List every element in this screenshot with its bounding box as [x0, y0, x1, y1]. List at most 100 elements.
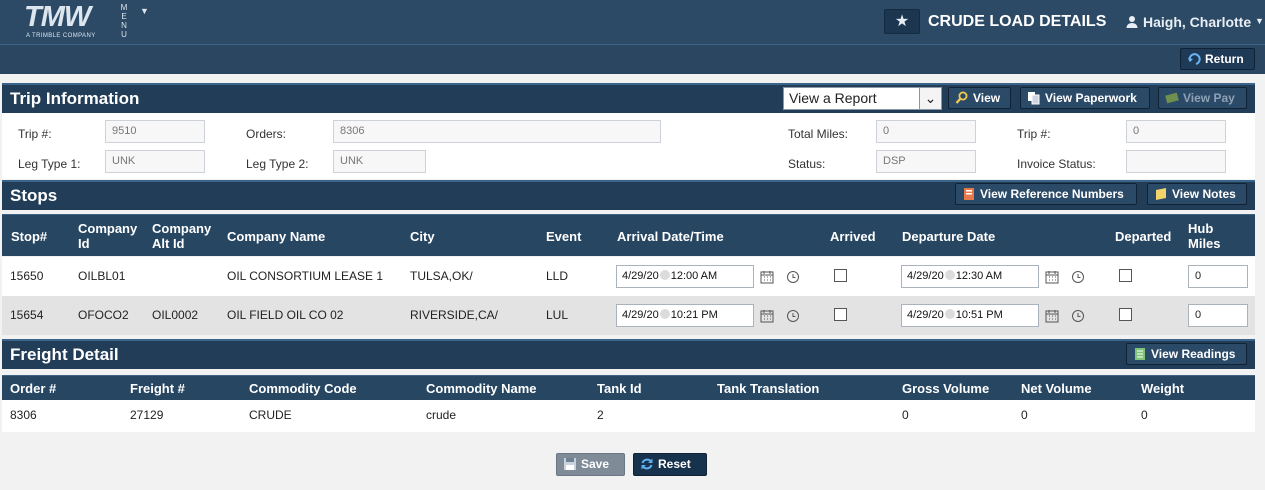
arrived-checkbox[interactable] [834, 269, 847, 282]
reference-book-icon [964, 188, 974, 200]
clock-icon[interactable] [786, 270, 800, 284]
departed-checkbox[interactable] [1119, 308, 1132, 321]
departure-time: 10:51 PM [955, 309, 1003, 321]
note-icon [1156, 188, 1166, 200]
invoice-status-field[interactable] [1126, 150, 1226, 173]
view-pay-button[interactable]: View Pay [1158, 87, 1247, 109]
col-freight: Freight # [130, 381, 185, 396]
trip-number-label: Trip #: [18, 127, 52, 141]
company-alt-id: OIL0002 [152, 308, 199, 322]
orders-field[interactable]: 8306 [333, 120, 661, 143]
save-button[interactable]: Save [556, 453, 625, 476]
col-arrival: Arrival Date/Time [617, 229, 724, 244]
arrival-time: 10:21 PM [670, 309, 718, 321]
floppy-disk-icon [564, 458, 576, 470]
arrival-datetime-input[interactable]: 4/29/20 10:21 PM [616, 304, 754, 327]
city: RIVERSIDE,CA/ [410, 308, 499, 322]
event: LLD [546, 269, 569, 283]
return-button[interactable]: Return [1180, 48, 1255, 70]
tank-id: 2 [597, 408, 604, 422]
favorite-star-button[interactable]: ★ [884, 9, 920, 34]
arrival-date: 4/29/20 [622, 309, 659, 321]
view-button[interactable]: View [948, 87, 1011, 109]
departure-datetime-input[interactable]: 4/29/20 10:51 PM [901, 304, 1039, 327]
company-id: OFOCO2 [78, 308, 129, 322]
col-commodity-name: Commodity Name [426, 381, 537, 396]
col-hub-line2: Miles [1188, 236, 1221, 251]
menu-dropdown-icon[interactable]: ▼ [140, 6, 149, 16]
view-readings-button[interactable]: View Readings [1126, 343, 1247, 365]
col-alt-id-line1: Company [152, 221, 212, 236]
logo-text: TMW [24, 1, 91, 33]
documents-icon [1028, 92, 1040, 105]
refresh-icon [641, 458, 653, 470]
reset-button[interactable]: Reset [633, 453, 707, 476]
user-dropdown-icon[interactable]: ▼ [1255, 16, 1264, 26]
status-field[interactable]: DSP [876, 150, 976, 173]
user-menu[interactable]: Haigh, Charlotte [1143, 14, 1251, 30]
col-stop: Stop# [11, 229, 48, 244]
freight-detail-title: Freight Detail [10, 345, 119, 364]
col-departed: Departed [1115, 229, 1172, 244]
clock-icon[interactable] [1071, 309, 1085, 323]
clock-icon[interactable] [786, 309, 800, 323]
table-row[interactable]: 8306 27129 CRUDE crude 2 0 0 0 [2, 400, 1255, 432]
calendar-icon[interactable] [1045, 270, 1059, 284]
page-title: CRUDE LOAD DETAILS [928, 13, 1107, 30]
departure-datetime-input[interactable]: 4/29/20 12:30 AM [901, 265, 1039, 288]
arrival-datetime-input[interactable]: 4/29/20 12:00 AM [616, 265, 754, 288]
total-miles-label: Total Miles: [788, 127, 849, 141]
arrived-checkbox[interactable] [834, 308, 847, 321]
report-select-value: View a Report [789, 90, 877, 106]
magnifier-icon [955, 91, 968, 104]
menu-button[interactable]: MENU [119, 3, 129, 39]
view-paperwork-button[interactable]: View Paperwork [1020, 87, 1150, 109]
view-paperwork-label: View Paperwork [1045, 91, 1137, 105]
return-arrow-icon [1188, 53, 1201, 65]
calendar-icon[interactable] [1045, 309, 1059, 323]
stop-number: 15654 [10, 308, 44, 322]
view-label: View [973, 91, 1001, 105]
col-order: Order # [10, 381, 57, 396]
departure-time: 12:30 AM [955, 270, 1003, 282]
hub-miles-input[interactable]: 0 [1188, 265, 1248, 288]
invoice-status-label: Invoice Status: [1017, 157, 1096, 171]
table-row[interactable]: 15650 OILBL01 OIL CONSORTIUM LEASE 1 TUL… [2, 257, 1255, 296]
commodity-code: CRUDE [249, 408, 292, 422]
chevron-down-icon: ⌄ [919, 88, 941, 109]
view-notes-button[interactable]: View Notes [1147, 183, 1247, 205]
order-number: 8306 [10, 408, 37, 422]
leg-type-1-field[interactable]: UNK [105, 150, 205, 173]
col-company-id-line1: Company [78, 221, 138, 236]
company-id: OILBL01 [78, 269, 126, 283]
clock-icon[interactable] [1071, 270, 1085, 284]
table-row[interactable]: 15654 OFOCO2 OIL0002 OIL FIELD OIL CO 02… [2, 296, 1255, 335]
total-miles-field[interactable]: 0 [876, 120, 976, 143]
view-reference-numbers-button[interactable]: View Reference Numbers [955, 183, 1137, 205]
hub-miles-input[interactable]: 0 [1188, 304, 1248, 327]
logo-subtitle: A TRIMBLE COMPANY [26, 33, 96, 39]
menu-label: MENU [120, 3, 128, 39]
trip-number-2-label: Trip #: [1017, 127, 1051, 141]
col-tank-translation: Tank Translation [717, 381, 820, 396]
view-readings-label: View Readings [1151, 347, 1236, 361]
col-alt-id-line2: Alt Id [152, 236, 185, 251]
company-name: OIL CONSORTIUM LEASE 1 [227, 269, 384, 283]
calendar-icon[interactable] [760, 270, 774, 284]
reset-label: Reset [658, 457, 691, 471]
col-net-volume: Net Volume [1021, 381, 1092, 396]
trip-number-field[interactable]: 9510 [105, 120, 205, 143]
report-select[interactable]: View a Report ⌄ [783, 87, 942, 110]
stop-number: 15650 [10, 269, 44, 283]
readings-sheet-icon [1135, 348, 1145, 360]
star-icon: ★ [894, 13, 910, 30]
calendar-icon[interactable] [760, 309, 774, 323]
col-departure: Departure Date [902, 229, 996, 244]
departed-checkbox[interactable] [1119, 269, 1132, 282]
weight: 0 [1141, 408, 1148, 422]
leg-type-2-field[interactable]: UNK [333, 150, 426, 173]
trip-number-2-field[interactable]: 0 [1126, 120, 1226, 143]
arrival-time: 12:00 AM [670, 270, 718, 282]
orders-label: Orders: [246, 127, 287, 141]
tmw-logo[interactable]: TMW A TRIMBLE COMPANY [22, 1, 112, 42]
